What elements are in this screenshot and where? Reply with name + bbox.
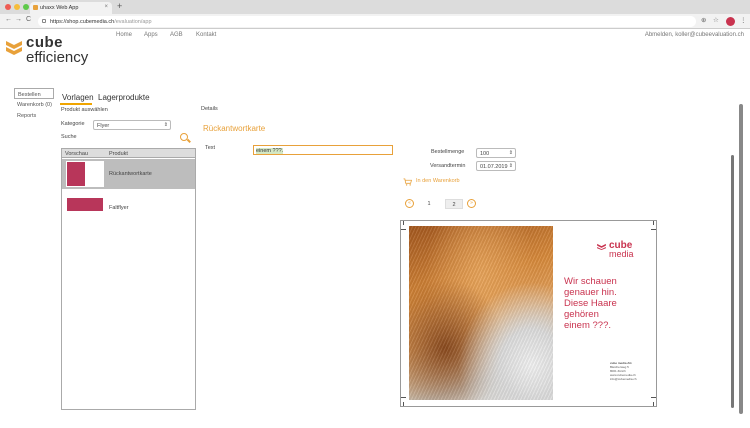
crop-mark [401, 229, 406, 230]
preview-address: cube media AG Bleicherweg 5 8001 Zürich … [610, 361, 637, 381]
new-tab-button[interactable]: + [117, 1, 122, 11]
cube-efficiency-logo[interactable]: cube efficiency [4, 34, 104, 68]
sidebar-item-bestellen[interactable]: Bestellen [14, 88, 54, 99]
crop-mark [653, 221, 654, 225]
select-arrows-icon: ⇕ [508, 163, 513, 169]
logo-line2: efficiency [26, 49, 89, 66]
table-row[interactable]: Rückantwortkarte [62, 159, 195, 189]
table-row[interactable]: Faltflyer [62, 193, 195, 223]
sidebar-item-warenkorb[interactable]: Warenkorb (0) [14, 99, 54, 110]
current-page-field[interactable]: 1 [418, 199, 440, 209]
lock-icon [42, 19, 46, 23]
product-select-label: Produkt auswählen [61, 107, 108, 113]
close-window-button[interactable] [5, 4, 11, 10]
nav-kontakt[interactable]: Kontakt [196, 32, 216, 38]
text-field[interactable]: einem ???. [253, 145, 393, 155]
crop-mark [403, 402, 404, 406]
url-path: /evaluation/app [114, 18, 152, 25]
product-thumbnail [66, 195, 104, 221]
text-label: Text [205, 145, 216, 151]
product-title: Rückantwortkarte [203, 124, 266, 133]
message-line: einem ???. [564, 320, 612, 331]
message-line: genauer hin. [564, 287, 617, 298]
sidebar-item-reports[interactable]: Reports [14, 110, 54, 121]
fur-photo [409, 226, 553, 400]
close-tab-icon[interactable]: × [104, 4, 108, 10]
quantity-value: 100 [480, 151, 490, 157]
forward-icon[interactable]: → [15, 16, 22, 23]
url-field[interactable]: https://shop.cubemedia.ch/evaluation/app [38, 16, 696, 27]
cube-logo-icon [6, 41, 22, 55]
category-value: Flyer [97, 123, 110, 129]
print-preview: cube media Wir schauen genauer hin. Dies… [400, 220, 657, 407]
browser-tab-bar: uhaxx Web App × + [0, 0, 750, 14]
preview-logo-line2: media [609, 249, 634, 259]
add-to-cart-link[interactable]: In den Warenkorb [416, 178, 460, 184]
crop-mark [401, 397, 406, 398]
prev-page-button[interactable]: « [405, 199, 414, 208]
nav-home[interactable]: Home [116, 32, 132, 38]
profile-avatar[interactable] [726, 17, 735, 26]
text-value: einem ???. [256, 147, 284, 154]
category-select[interactable]: Flyer ⇕ [93, 120, 171, 130]
user-email: koller@cubeevaluation.ch [675, 32, 744, 38]
product-name: Faltflyer [109, 205, 129, 211]
minimize-window-button[interactable] [14, 4, 20, 10]
zoom-icon[interactable]: ⊕ [701, 16, 706, 24]
page-scrollbar-thumb[interactable] [739, 104, 743, 414]
message-line: Diese Haare [564, 298, 617, 309]
message-line: Wir schauen [564, 276, 617, 287]
tab-title: uhaxx Web App [40, 5, 79, 11]
active-tab-indicator [60, 103, 92, 105]
maximize-window-button[interactable] [23, 4, 29, 10]
date-label: Versandtermin [430, 163, 466, 169]
crop-mark [651, 229, 656, 230]
select-arrows-icon: ⇕ [163, 122, 168, 128]
total-pages: 2 [445, 199, 463, 209]
crop-mark [651, 397, 656, 398]
crop-mark [403, 221, 404, 225]
column-preview: Vorschau [65, 150, 88, 157]
message-line: gehören [564, 309, 599, 320]
nav-agb[interactable]: AGB [170, 32, 183, 38]
preview-message: Wir schauen genauer hin. Diese Haare geh… [564, 276, 654, 331]
nav-apps[interactable]: Apps [144, 32, 158, 38]
address-bar: ← → C https://shop.cubemedia.ch/evaluati… [0, 14, 750, 29]
search-label: Suche [61, 134, 77, 140]
page-scrollbar[interactable] [738, 100, 744, 420]
select-arrows-icon: ⇕ [508, 150, 513, 156]
column-product: Produkt [109, 150, 128, 157]
quantity-label: Bestellmenge [431, 149, 465, 155]
logout-link[interactable]: Abmelden, [645, 32, 674, 38]
browser-tab[interactable]: uhaxx Web App × [30, 2, 112, 14]
category-label: Kategorie [61, 121, 85, 127]
crop-mark [653, 402, 654, 406]
next-page-button[interactable]: » [467, 199, 476, 208]
product-thumbnail [66, 161, 104, 187]
user-info: Abmelden, koller@cubeevaluation.ch [645, 32, 744, 38]
details-label: Details [201, 106, 218, 112]
url-host: https://shop.cubemedia.ch [50, 18, 115, 25]
details-scrollbar[interactable] [731, 155, 734, 408]
address-line: info@cubemedia.ch [610, 377, 637, 381]
search-icon[interactable] [180, 133, 188, 141]
date-picker[interactable]: 01.07.2019 ⇕ [476, 161, 516, 171]
date-value: 01.07.2019 [480, 164, 508, 170]
favicon-icon [33, 5, 38, 10]
quantity-select[interactable]: 100 ⇕ [476, 148, 516, 158]
reload-icon[interactable]: C [26, 16, 31, 23]
tab-vorlagen[interactable]: Vorlagen [62, 93, 94, 102]
list-header: Vorschau Produkt [62, 149, 195, 158]
tab-lagerprodukte[interactable]: Lagerprodukte [98, 93, 150, 102]
menu-dots-icon[interactable]: ⋮ [740, 16, 747, 24]
cart-icon[interactable] [403, 178, 412, 186]
bookmark-star-icon[interactable]: ☆ [713, 16, 719, 24]
product-list: Vorschau Produkt Rückantwortkarte Faltfl… [61, 148, 196, 410]
cube-media-logo-icon [597, 243, 606, 250]
product-name: Rückantwortkarte [109, 171, 152, 177]
back-icon[interactable]: ← [5, 16, 12, 23]
